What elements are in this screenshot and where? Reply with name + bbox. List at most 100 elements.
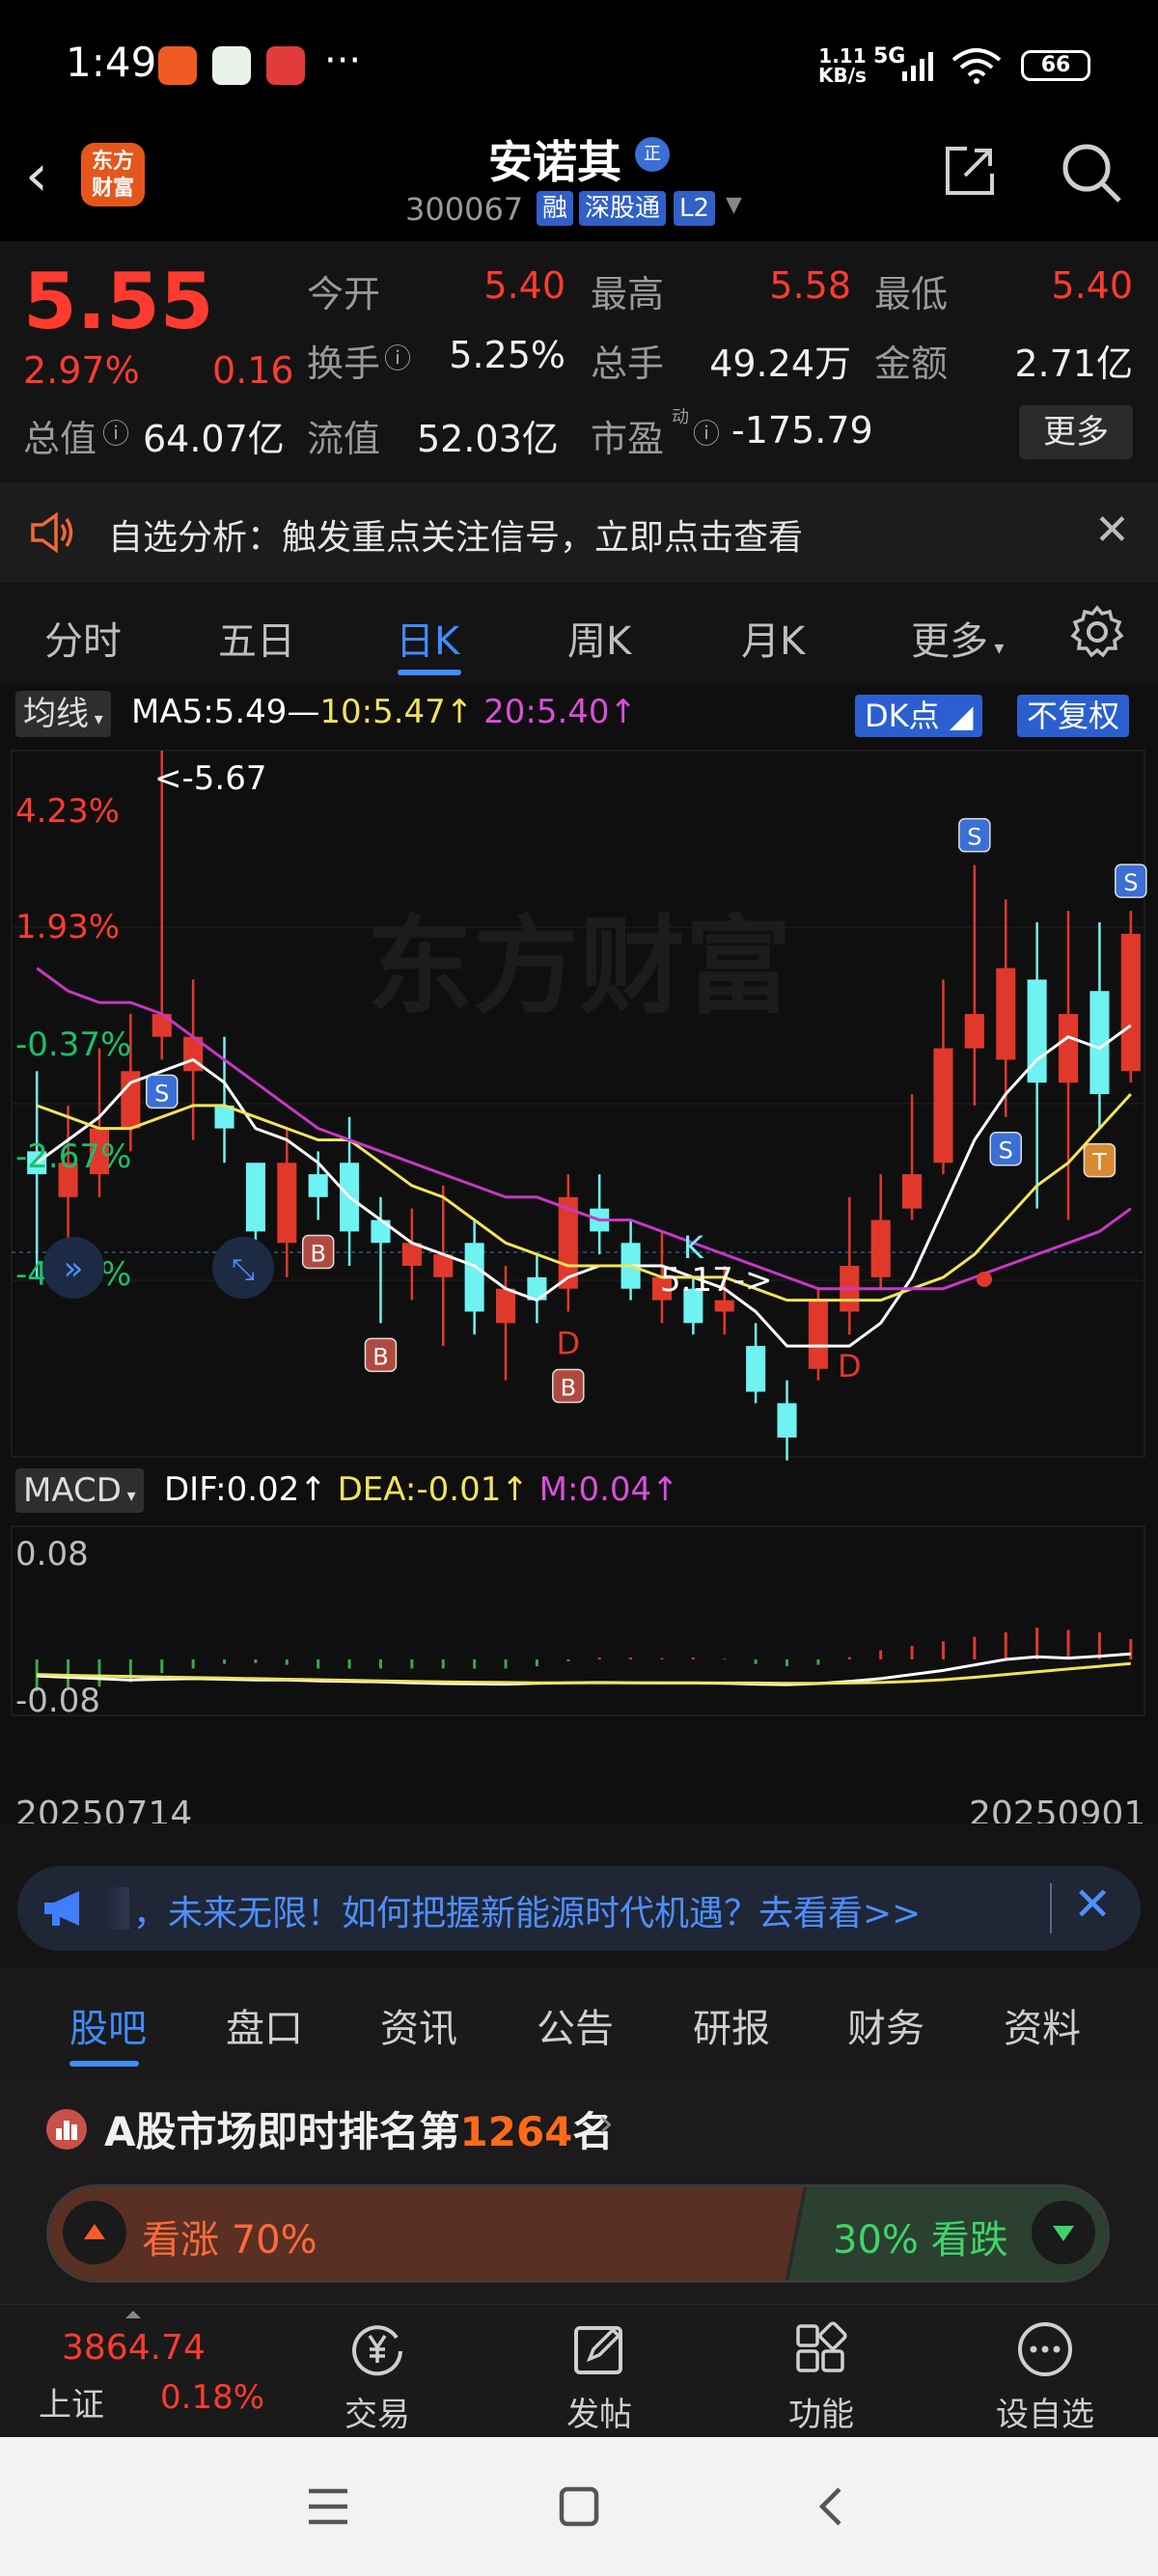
more-button[interactable]: 更多 [1019, 405, 1133, 459]
promo-banner[interactable]: ，未来无限！如何把握新能源时代机遇？去看看>> ✕ [0, 1823, 1158, 1968]
share-icon[interactable] [942, 143, 998, 199]
ma10-line [36, 1092, 1132, 1302]
candle-body [870, 1219, 891, 1277]
status-bar: 1:49 ··· 1.11 KB/s 5G 66 [0, 0, 1158, 125]
candle-body [245, 1163, 265, 1232]
change-value: 0.16 [212, 349, 294, 392]
vote-up-button[interactable] [63, 2201, 126, 2264]
dif-legend: DIF:0.02↑ [164, 1470, 327, 1509]
ranking-icon [46, 2109, 87, 2150]
tab-announcements[interactable]: 公告 [537, 1997, 614, 2053]
trade-label: 交易 [345, 2396, 410, 2434]
macd-legend: DIF:0.02↑ DEA:-0.01↑ M:0.04↑ [164, 1470, 679, 1509]
clock: 1:49 [66, 39, 157, 86]
signal-s: S [999, 1137, 1013, 1165]
info-icon[interactable]: ⓘ [693, 413, 720, 452]
add-watchlist-button[interactable]: 设自选 [973, 2305, 1117, 2438]
candle-body [996, 968, 1016, 1060]
back-button[interactable]: ‹ [25, 147, 48, 205]
expand-icon: ⤡ [232, 1253, 255, 1287]
y-axis-label: 1.93% [15, 908, 120, 946]
tab-profile[interactable]: 资料 [1004, 1997, 1081, 2053]
adjust-type-button[interactable]: 不复权 [1017, 695, 1130, 737]
chevron-down-icon[interactable]: ▼ [726, 193, 742, 217]
m-legend: M:0.04↑ [538, 1470, 679, 1509]
info-icon[interactable]: ⓘ [384, 338, 411, 376]
back-icon[interactable] [811, 2485, 853, 2528]
info-icon[interactable]: ⓘ [102, 413, 129, 452]
post-button[interactable]: 发帖 [527, 2305, 672, 2438]
tab-daily-k[interactable]: 日K [396, 610, 459, 666]
app-logo: 东方 财富 [81, 143, 145, 206]
index-ticker[interactable]: 3864.74 上证 0.18% [0, 2305, 280, 2438]
ranking-number: 1264 [459, 2108, 573, 2155]
signal-t: T [1091, 1149, 1107, 1176]
candle-body [1120, 933, 1141, 1072]
yen-circle-icon [352, 2325, 402, 2376]
tab-more[interactable]: 更多 ▾ [911, 610, 1004, 666]
last-price: 5.55 [23, 257, 214, 346]
tab-weekly-k[interactable]: 周K [567, 610, 631, 666]
banner-pill[interactable]: ，未来无限！如何把握新能源时代机遇？去看看>> ✕ [17, 1866, 1141, 1951]
stock-code: 300067 [405, 191, 524, 228]
ranking-text[interactable]: A股市场即时排名第1264名 [104, 2099, 613, 2158]
trade-button[interactable]: 交易 [305, 2305, 450, 2438]
close-icon[interactable]: ✕ [1073, 1877, 1112, 1932]
period-tabs: 分时 五日 日K 周K 月K 更多 ▾ [0, 583, 1158, 685]
grid-icon [796, 2321, 847, 2372]
home-icon[interactable] [558, 2485, 600, 2528]
index-value: 3864.74 [62, 2328, 206, 2368]
functions-button[interactable]: 功能 [749, 2305, 894, 2438]
vote-down-button[interactable] [1032, 2201, 1095, 2264]
signal-s: S [967, 824, 981, 851]
ma10-legend: 10:5.47↑ [319, 693, 474, 731]
close-icon[interactable]: ✕ [1094, 506, 1130, 555]
margin-badge: 融 [537, 191, 574, 226]
edit-icon [574, 2326, 622, 2374]
float-value: 52.03亿 [417, 418, 559, 460]
tab-forum[interactable]: 股吧 [69, 1997, 147, 2053]
tab-intraday[interactable]: 分时 [44, 610, 122, 666]
live-dot [977, 1272, 992, 1287]
tab-orderbook[interactable]: 盘口 [226, 1997, 303, 2053]
kline-chart-area[interactable]: 均线 ▾ MA5:5.49—10:5.47↑ 20:5.40↑ DK点 ◢ 不复… [0, 685, 1158, 1834]
gear-icon[interactable] [1069, 604, 1125, 660]
watermark: 东方财富 [367, 905, 791, 1028]
chevron-right-icon[interactable]: › [598, 2101, 614, 2146]
dea-legend: DEA:-0.01↑ [337, 1470, 529, 1509]
candle-body [964, 1013, 984, 1049]
candle-body [902, 1174, 923, 1209]
banner-text: ，未来无限！如何把握新能源时代机遇？去看看>> [133, 1894, 922, 1933]
tab-news[interactable]: 资讯 [380, 1997, 457, 2053]
high-label: 最高 [591, 273, 665, 315]
active-tab-indicator [398, 670, 461, 675]
amount-label: 金额 [874, 343, 949, 385]
megaphone-icon [44, 1891, 79, 1926]
indicator-selector-button[interactable]: MACD ▾ [15, 1468, 144, 1513]
menu-icon[interactable] [307, 2485, 349, 2528]
divider [1050, 1883, 1052, 1933]
low-value: 5.40 [1051, 264, 1133, 307]
dk-point-button[interactable]: DK点 ◢ [855, 695, 983, 737]
info-tabs: 股吧 盘口 资讯 公告 研报 财务 资料 [0, 1968, 1158, 2072]
signal-b: B [372, 1343, 388, 1370]
turnover-value: 5.25% [449, 334, 565, 376]
index-name: 上证 [39, 2386, 104, 2425]
search-icon[interactable] [1060, 141, 1123, 205]
app-notification-icon [266, 46, 305, 85]
tab-research[interactable]: 研报 [693, 1997, 770, 2053]
alert-bar[interactable]: 自选分析：触发重点关注信号，立即点击查看 ✕ [0, 482, 1158, 583]
y-axis-label: -2.67% [15, 1137, 131, 1176]
connect-badge: 深股通 [579, 191, 667, 226]
ma-selector-button[interactable]: 均线 ▾ [15, 691, 111, 737]
open-label: 今开 [307, 273, 381, 315]
battery-icon: 66 [1021, 50, 1090, 81]
tab-five-day[interactable]: 五日 [218, 610, 295, 666]
pe-label: 市盈 [591, 418, 665, 460]
candle-body [746, 1346, 766, 1392]
functions-label: 功能 [788, 2396, 854, 2434]
tab-monthly-k[interactable]: 月K [741, 610, 805, 666]
tab-financials[interactable]: 财务 [847, 1997, 924, 2053]
y-axis-label: -0.37% [15, 1026, 131, 1064]
ticker-fade [106, 1887, 129, 1930]
